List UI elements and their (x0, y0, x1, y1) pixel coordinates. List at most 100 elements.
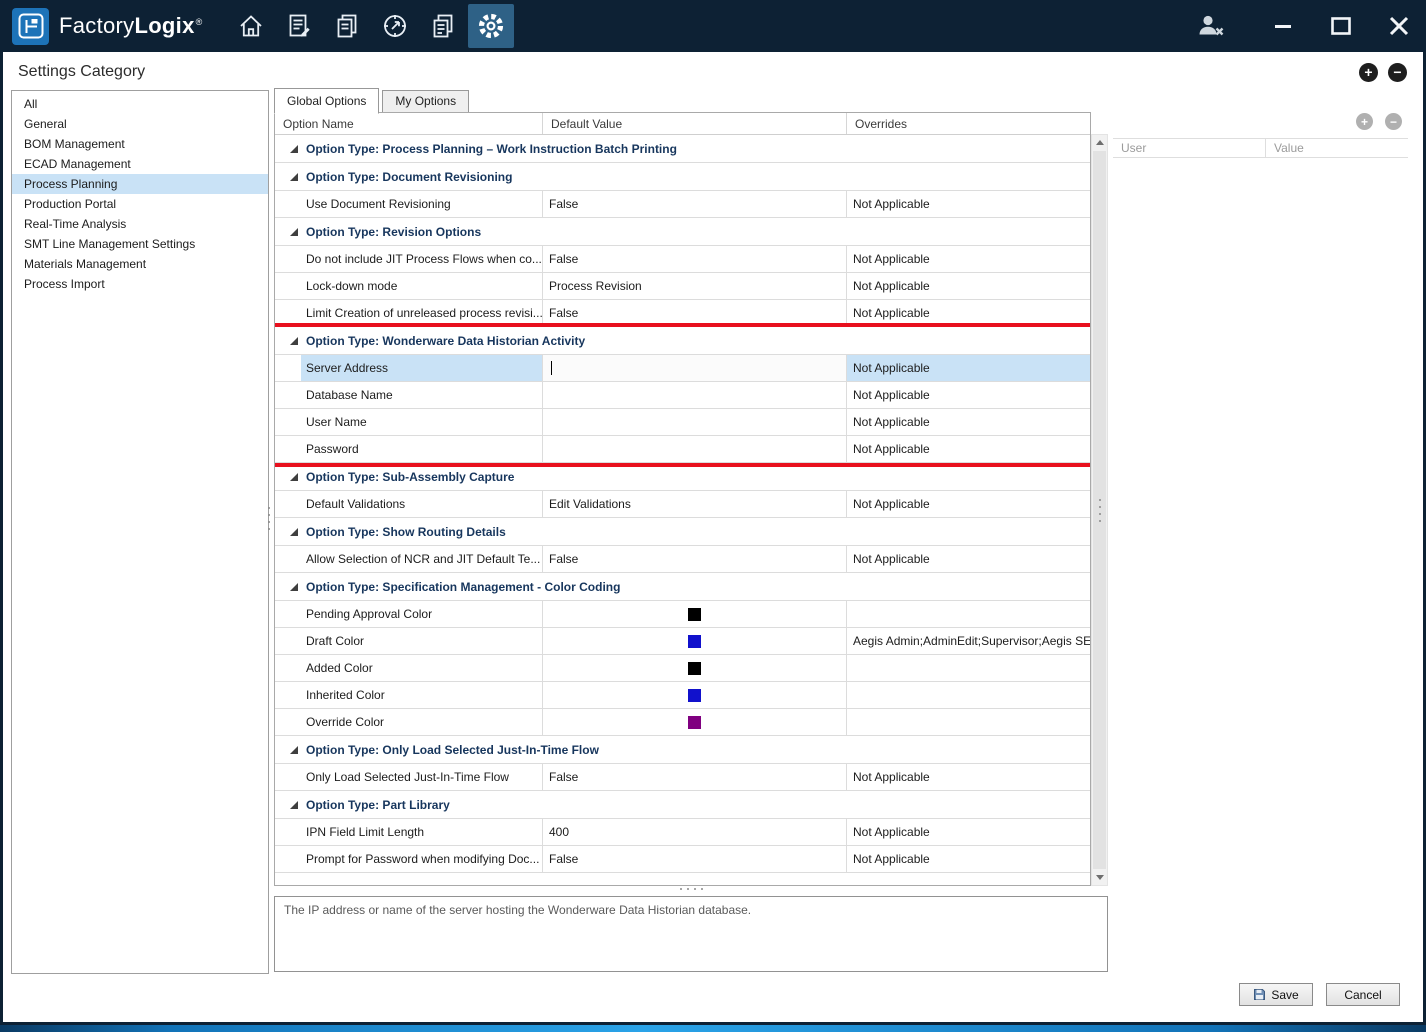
collapse-triangle-icon[interactable] (290, 337, 298, 345)
option-row[interactable]: Lock-down modeProcess RevisionNot Applic… (275, 273, 1090, 300)
minimize-button[interactable] (1268, 11, 1298, 41)
sidebar-item-process-import[interactable]: Process Import (12, 274, 268, 294)
group-header-row[interactable]: Option Type: Only Load Selected Just-In-… (275, 736, 1090, 764)
splitter-grip-horizontal[interactable] (680, 888, 703, 890)
default-value-cell[interactable] (543, 655, 847, 681)
save-button[interactable]: Save (1239, 983, 1313, 1006)
default-value-cell[interactable] (543, 628, 847, 654)
overrides-cell[interactable] (847, 655, 1090, 681)
collapse-triangle-icon[interactable] (290, 145, 298, 153)
default-value-cell[interactable]: False (543, 764, 847, 790)
default-value-cell[interactable] (543, 436, 847, 462)
group-header-row[interactable]: Option Type: Revision Options (275, 218, 1090, 246)
default-value-cell[interactable]: Process Revision (543, 273, 847, 299)
settings-category-list[interactable]: AllGeneralBOM ManagementECAD ManagementP… (11, 90, 269, 974)
sidebar-item-bom-management[interactable]: BOM Management (12, 134, 268, 154)
option-row[interactable]: Draft ColorAegis Admin;AdminEdit;Supervi… (275, 628, 1090, 655)
overrides-cell[interactable]: Not Applicable (847, 491, 1090, 517)
document-stack-button[interactable] (324, 4, 370, 48)
option-name-cell[interactable]: Server Address (275, 355, 543, 381)
add-settings-button[interactable]: + (1359, 63, 1378, 82)
default-value-cell[interactable] (543, 355, 847, 381)
splitter-grip-vertical[interactable] (268, 507, 270, 530)
option-name-cell[interactable]: Allow Selection of NCR and JIT Default T… (275, 546, 543, 572)
copy-documents-button[interactable] (420, 4, 466, 48)
default-value-cell[interactable] (543, 601, 847, 627)
option-row[interactable]: Prompt for Password when modifying Doc..… (275, 846, 1090, 873)
option-name-cell[interactable]: Database Name (275, 382, 543, 408)
option-row[interactable]: Do not include JIT Process Flows when co… (275, 246, 1090, 273)
overrides-cell[interactable]: Not Applicable (847, 819, 1090, 845)
group-header-row[interactable]: Option Type: Part Library (275, 791, 1090, 819)
option-row[interactable]: Pending Approval Color (275, 601, 1090, 628)
default-value-cell[interactable] (543, 682, 847, 708)
option-name-cell[interactable]: Use Document Revisioning (275, 191, 543, 217)
overrides-cell[interactable]: Aegis Admin;AdminEdit;Supervisor;Aegis S… (847, 628, 1090, 654)
scrollbar-thumb[interactable] (1093, 151, 1106, 869)
tab-global-options[interactable]: Global Options (274, 88, 379, 114)
collapse-triangle-icon[interactable] (290, 473, 298, 481)
overrides-cell[interactable]: Not Applicable (847, 764, 1090, 790)
option-name-cell[interactable]: User Name (275, 409, 543, 435)
option-row[interactable]: Use Document RevisioningFalseNot Applica… (275, 191, 1090, 218)
overrides-cell[interactable]: Not Applicable (847, 300, 1090, 326)
collapse-triangle-icon[interactable] (290, 228, 298, 236)
column-header-value[interactable]: Value (1266, 139, 1408, 157)
default-value-cell[interactable]: 400 (543, 819, 847, 845)
sidebar-item-materials-management[interactable]: Materials Management (12, 254, 268, 274)
sidebar-item-production-portal[interactable]: Production Portal (12, 194, 268, 214)
option-row[interactable]: User Name Not Applicable (275, 409, 1090, 436)
default-value-cell[interactable]: False (543, 546, 847, 572)
overrides-cell[interactable]: Not Applicable (847, 246, 1090, 272)
overrides-cell[interactable]: Not Applicable (847, 436, 1090, 462)
overrides-cell[interactable] (847, 682, 1090, 708)
table-scrollbar[interactable] (1091, 134, 1108, 886)
collapse-triangle-icon[interactable] (290, 173, 298, 181)
default-value-cell[interactable] (543, 409, 847, 435)
collapse-triangle-icon[interactable] (290, 583, 298, 591)
overrides-cell[interactable]: Not Applicable (847, 409, 1090, 435)
option-name-cell[interactable]: Pending Approval Color (275, 601, 543, 627)
sidebar-item-real-time-analysis[interactable]: Real-Time Analysis (12, 214, 268, 234)
option-name-cell[interactable]: Do not include JIT Process Flows when co… (275, 246, 543, 272)
group-header-row[interactable]: Option Type: Show Routing Details (275, 518, 1090, 546)
option-row[interactable]: Added Color (275, 655, 1090, 682)
overrides-cell[interactable] (847, 709, 1090, 735)
default-value-cell[interactable]: False (543, 246, 847, 272)
navigate-button[interactable] (372, 4, 418, 48)
overrides-cell[interactable] (847, 601, 1090, 627)
option-row[interactable]: Allow Selection of NCR and JIT Default T… (275, 546, 1090, 573)
option-name-cell[interactable]: Prompt for Password when modifying Doc..… (275, 846, 543, 872)
sidebar-item-process-planning[interactable]: Process Planning (12, 174, 268, 194)
cancel-button[interactable]: Cancel (1326, 983, 1400, 1006)
option-row[interactable]: Override Color (275, 709, 1090, 736)
close-button[interactable] (1384, 11, 1414, 41)
group-header-row[interactable]: Option Type: Sub-Assembly Capture (275, 463, 1090, 491)
overrides-cell[interactable]: Not Applicable (847, 382, 1090, 408)
column-header-user[interactable]: User (1113, 139, 1266, 157)
maximize-button[interactable] (1326, 11, 1356, 41)
scroll-down-arrow-icon[interactable] (1092, 870, 1107, 885)
option-name-cell[interactable]: IPN Field Limit Length (275, 819, 543, 845)
column-header-overrides[interactable]: Overrides (847, 113, 1090, 134)
option-row[interactable]: Database Name Not Applicable (275, 382, 1090, 409)
worksheet-button[interactable] (276, 4, 322, 48)
option-name-cell[interactable]: Password (275, 436, 543, 462)
column-header-default-value[interactable]: Default Value (543, 113, 847, 134)
group-header-row[interactable]: Option Type: Wonderware Data Historian A… (275, 327, 1090, 355)
option-name-cell[interactable]: Lock-down mode (275, 273, 543, 299)
option-row[interactable]: Only Load Selected Just-In-Time FlowFals… (275, 764, 1090, 791)
overrides-cell[interactable]: Not Applicable (847, 273, 1090, 299)
option-name-cell[interactable]: Added Color (275, 655, 543, 681)
overrides-cell[interactable]: Not Applicable (847, 546, 1090, 572)
group-header-row[interactable]: Option Type: Process Planning – Work Ins… (275, 135, 1090, 163)
default-value-cell[interactable]: False (543, 191, 847, 217)
default-value-cell[interactable] (543, 709, 847, 735)
group-header-row[interactable]: Option Type: Specification Management - … (275, 573, 1090, 601)
collapse-triangle-icon[interactable] (290, 801, 298, 809)
option-row[interactable]: Password Not Applicable (275, 436, 1090, 463)
default-value-cell[interactable]: Edit Validations (543, 491, 847, 517)
option-row[interactable]: Server AddressNot Applicable (275, 355, 1090, 382)
overrides-cell[interactable]: Not Applicable (847, 191, 1090, 217)
remove-settings-button[interactable]: − (1388, 63, 1407, 82)
